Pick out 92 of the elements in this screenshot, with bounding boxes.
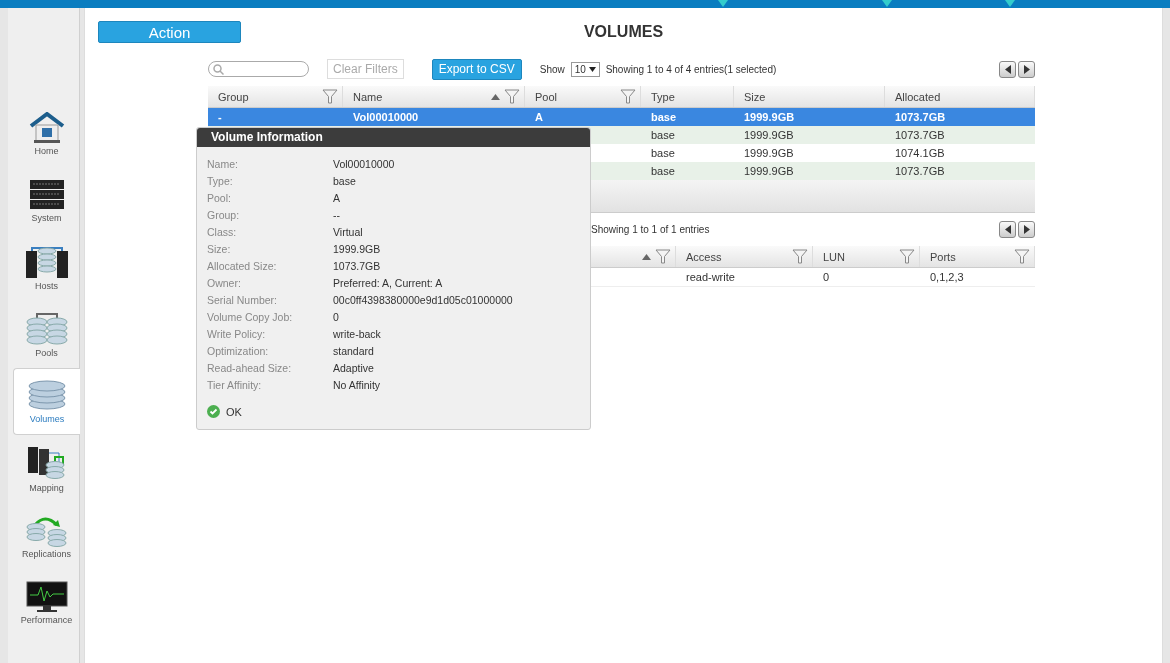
dropdown-arrow-icon: [588, 67, 596, 73]
filter-icon: [899, 249, 915, 264]
table-cell: A: [535, 111, 543, 123]
field-label: Serial Number:: [207, 293, 279, 306]
monitor-chart-icon: [25, 580, 68, 613]
field-value: No Affinity: [333, 378, 381, 391]
next-page-button[interactable]: [1018, 60, 1035, 78]
field-label: Tier Affinity:: [207, 378, 263, 391]
table-cell: 0,1,2,3: [930, 271, 964, 283]
nav-item[interactable]: Hosts: [13, 234, 79, 301]
table-cell: read-write: [686, 271, 735, 283]
hosts-icon: [24, 244, 69, 279]
left-arrow-icon: [1004, 64, 1011, 74]
table-cell: 1073.7GB: [895, 165, 945, 177]
show-label: Show: [539, 63, 565, 75]
filter-icon: [792, 249, 808, 264]
field-label: Pool:: [207, 191, 232, 204]
field-label: Write Policy:: [207, 327, 267, 340]
nav-item[interactable]: Volumes: [13, 368, 80, 435]
pools-icon: [24, 311, 69, 346]
table-cell: base: [651, 147, 675, 159]
field-value: Preferred: A, Current: A: [333, 276, 443, 289]
filter-icon: [1014, 249, 1030, 264]
sort-ascending-icon: [642, 253, 651, 260]
table-cell: -: [218, 111, 222, 123]
field-value: standard: [333, 344, 374, 357]
right-arrow-icon: [1023, 64, 1030, 74]
right-arrow-icon: [1023, 224, 1030, 234]
page-size-select[interactable]: 10: [570, 61, 600, 77]
filter-icon: [322, 89, 338, 104]
filter-icon: [655, 249, 671, 264]
filter-icon: [620, 89, 636, 104]
column-header[interactable]: Pool: [525, 86, 641, 107]
column-header[interactable]: Access: [676, 246, 813, 267]
table-cell: 1999.9GB: [744, 147, 794, 159]
server-rack-icon: [28, 178, 65, 211]
sort-ascending-icon: [491, 93, 500, 100]
search-icon: [213, 63, 224, 75]
check-icon: [207, 405, 220, 418]
table-cell: 1073.7GB: [895, 129, 945, 141]
previous-page-button[interactable]: [999, 60, 1016, 78]
field-label: Optimization:: [207, 344, 270, 357]
table-cell: Vol00010000: [353, 111, 419, 123]
field-value: A: [333, 191, 340, 204]
table-cell: 1999.9GB: [744, 111, 795, 123]
field-value: 00c0ff4398380000e9d1d05c01000000: [333, 293, 513, 306]
table-row[interactable]: - Vol00010000 A base 1999.9GB 1073.7GB: [208, 108, 1035, 126]
house-icon: [28, 111, 65, 144]
column-header[interactable]: Size: [734, 86, 885, 107]
volumes-icon: [27, 379, 67, 412]
column-header[interactable]: Type: [641, 86, 734, 107]
previous-page-button[interactable]: [999, 220, 1016, 238]
field-value: 1999.9GB: [333, 242, 381, 255]
table-cell: 0: [823, 271, 830, 283]
column-header[interactable]: Name: [343, 86, 525, 107]
field-value: write-back: [333, 327, 381, 340]
entries-summary: Showing 1 to 4 of 4 entries(1 selected): [605, 63, 777, 75]
nav-item[interactable]: Replications: [13, 502, 79, 569]
nav-item[interactable]: Home: [13, 100, 79, 167]
column-header[interactable]: Group: [208, 86, 343, 107]
column-header[interactable]: LUN: [813, 246, 920, 267]
column-header[interactable]: Allocated: [885, 86, 1035, 107]
nav-item[interactable]: Performance: [13, 569, 79, 636]
field-label: Volume Copy Job:: [207, 310, 294, 323]
page-title: VOLUMES: [583, 22, 664, 42]
filter-icon: [504, 89, 520, 104]
field-value: --: [333, 208, 340, 221]
table-cell: 1073.7GB: [895, 111, 946, 123]
table-cell: base: [651, 129, 675, 141]
field-label: Class:: [207, 225, 238, 238]
field-value: 0: [333, 310, 339, 323]
left-arrow-icon: [1004, 224, 1011, 234]
field-label: Owner:: [207, 276, 242, 289]
table-cell: 1999.9GB: [744, 165, 794, 177]
mapping-icon: [26, 444, 67, 481]
field-label: Size:: [207, 242, 232, 255]
field-label: Group:: [207, 208, 241, 221]
table-cell: base: [651, 165, 675, 177]
ok-button[interactable]: OK: [207, 405, 242, 418]
table-cell: base: [651, 111, 677, 123]
column-header[interactable]: Ports: [920, 246, 1035, 267]
next-page-button[interactable]: [1018, 220, 1035, 238]
field-label: Read-ahead Size:: [207, 361, 293, 374]
table-cell: 1074.1GB: [895, 147, 945, 159]
table-cell: 1999.9GB: [744, 129, 794, 141]
entries-summary: Showing 1 to 1 of 1 entries: [591, 223, 710, 235]
field-value: Virtual: [333, 225, 363, 238]
nav-item[interactable]: Pools: [13, 301, 79, 368]
field-value: Adaptive: [333, 361, 374, 374]
nav-item[interactable]: System: [13, 167, 79, 234]
popup-title: Volume Information: [197, 128, 590, 147]
nav-item[interactable]: Mapping: [13, 435, 79, 502]
